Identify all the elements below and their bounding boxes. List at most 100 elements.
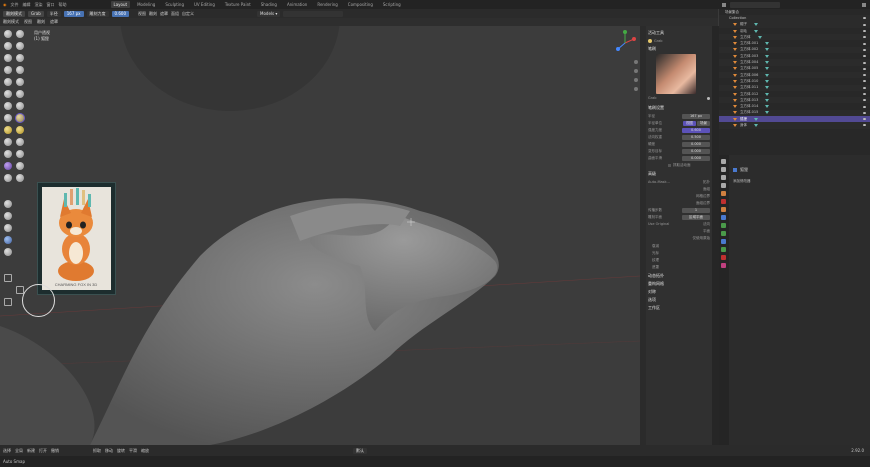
menu-edit[interactable]: 编辑 xyxy=(23,2,31,8)
header-menu-sculpt[interactable]: 雕刻 xyxy=(149,11,157,17)
eye-icon[interactable] xyxy=(863,30,866,33)
draw-sharp-tool-icon[interactable] xyxy=(16,30,24,38)
eye-icon[interactable] xyxy=(863,105,866,108)
clay-tool-icon[interactable] xyxy=(4,42,12,50)
menu-file[interactable]: 文件 xyxy=(11,2,19,8)
grab-active-checkbox[interactable] xyxy=(668,163,671,167)
mask-section[interactable]: 遮罩 xyxy=(652,265,659,270)
world-tab-icon[interactable] xyxy=(721,199,726,204)
sculpt-menu-2[interactable]: 雕刻 xyxy=(37,19,45,25)
tab-sculpting[interactable]: Sculpting xyxy=(162,1,187,8)
menu-render[interactable]: 渲染 xyxy=(35,2,43,8)
strength-field-panel[interactable]: 0.600 xyxy=(682,127,710,133)
eye-icon[interactable] xyxy=(863,93,866,95)
falloff-section[interactable]: 衰减 xyxy=(652,244,659,249)
tab-animation[interactable]: Animation xyxy=(284,1,310,8)
pan-hand-icon[interactable] xyxy=(634,69,638,73)
sculpt-plane-dropdown[interactable]: 区域平面 xyxy=(682,214,710,220)
eye-icon[interactable] xyxy=(863,17,866,20)
pose-tool-icon[interactable] xyxy=(16,138,24,146)
tab-uv-editing[interactable]: UV Editing xyxy=(191,1,218,8)
thumb-tool-icon[interactable] xyxy=(4,138,12,146)
automask-faceset-boundary[interactable]: 面组边界 xyxy=(696,201,710,206)
brush-preview[interactable] xyxy=(656,54,696,94)
advanced-header[interactable]: 高级 xyxy=(648,171,710,177)
view-layer-tab-icon[interactable] xyxy=(721,183,726,188)
unit-scene-button[interactable]: 场景 xyxy=(697,120,710,126)
outliner-search[interactable] xyxy=(730,1,780,8)
output-tab-icon[interactable] xyxy=(721,175,726,180)
render-tab-icon[interactable] xyxy=(721,167,726,172)
grid-icon[interactable] xyxy=(634,87,638,91)
dyntopo-section[interactable]: 动态拓扑 xyxy=(648,273,710,279)
tab-compositing[interactable]: Compositing xyxy=(345,1,376,8)
grab-active-tool-icon[interactable] xyxy=(16,114,24,122)
mode-selector[interactable]: 雕刻模式 xyxy=(3,10,25,17)
hardness-field[interactable]: 0.000 xyxy=(682,141,710,147)
box-mask-tool-icon[interactable] xyxy=(4,212,12,220)
tab-modeling[interactable]: Modeling xyxy=(134,1,158,8)
camera-icon[interactable] xyxy=(634,78,638,82)
surface-smooth-field[interactable]: 0.000 xyxy=(682,155,710,161)
status-new[interactable]: 新建 xyxy=(27,448,35,454)
draw-tool-icon[interactable] xyxy=(4,30,12,38)
options-section[interactable]: 选项 xyxy=(648,297,710,303)
layer-tool-icon[interactable] xyxy=(4,54,12,62)
eye-icon[interactable] xyxy=(863,42,866,45)
sidebar-category-tabs[interactable] xyxy=(712,26,719,445)
material-tab-icon[interactable] xyxy=(721,255,726,260)
eye-icon[interactable] xyxy=(863,118,866,121)
eye-icon[interactable] xyxy=(863,74,866,77)
eye-icon[interactable] xyxy=(863,36,866,39)
scene-tab-icon[interactable] xyxy=(721,191,726,196)
cursor-section[interactable]: 光标 xyxy=(652,251,659,256)
tool-tab-icon[interactable] xyxy=(721,159,726,164)
tab-rendering[interactable]: Rendering xyxy=(314,1,340,8)
eye-icon[interactable] xyxy=(863,80,866,83)
filter-icon[interactable] xyxy=(862,2,866,7)
radius-field[interactable]: 167 px xyxy=(63,10,84,17)
eye-icon[interactable] xyxy=(863,55,866,58)
eye-icon[interactable] xyxy=(863,86,866,89)
crease-tool-icon[interactable] xyxy=(16,66,24,74)
header-menu-mask[interactable]: 遮罩 xyxy=(160,11,168,17)
simplify-tool-icon[interactable] xyxy=(16,174,24,182)
status-move[interactable]: 移动 xyxy=(105,448,113,454)
boundary-tool-icon[interactable] xyxy=(16,162,24,170)
eye-icon[interactable] xyxy=(863,48,866,51)
status-grab[interactable]: 抓取 xyxy=(93,448,101,454)
texture-section[interactable]: 纹理 xyxy=(652,258,659,263)
blender-logo-icon[interactable]: ◉ xyxy=(3,2,7,7)
view-menu[interactable]: 视图 xyxy=(24,19,32,25)
status-layer[interactable]: 默认 xyxy=(353,447,367,454)
header-menu-custom[interactable]: 自定义 xyxy=(182,11,194,17)
workspace-section[interactable]: 工作区 xyxy=(648,305,710,311)
blob-tool-icon[interactable] xyxy=(4,66,12,74)
object-tab-icon[interactable] xyxy=(721,207,726,212)
fake-user-icon[interactable] xyxy=(707,96,710,100)
radius-field-panel[interactable]: 167 px xyxy=(682,113,710,119)
unit-view-button[interactable]: 视图 xyxy=(683,120,696,126)
smooth-tool-icon[interactable] xyxy=(4,78,12,86)
status-global[interactable]: 全局 xyxy=(15,448,23,454)
eye-icon[interactable] xyxy=(863,23,866,26)
move-tool-icon[interactable] xyxy=(4,274,12,282)
texture-tab-icon[interactable] xyxy=(721,263,726,268)
snake-hook-tool-icon[interactable] xyxy=(16,126,24,134)
physics-tab-icon[interactable] xyxy=(721,231,726,236)
data-tab-icon[interactable] xyxy=(721,247,726,252)
multiplane-tool-icon[interactable] xyxy=(4,102,12,110)
propagate-field[interactable]: 1 xyxy=(682,207,710,213)
header-menu-view[interactable]: 视图 xyxy=(138,11,146,17)
active-tool-header[interactable]: 活动工具 xyxy=(648,30,710,36)
zoom-icon[interactable] xyxy=(634,60,638,64)
outliner-item[interactable]: 身体 xyxy=(719,122,870,129)
eye-icon[interactable] xyxy=(863,67,866,70)
eye-icon[interactable] xyxy=(863,111,866,114)
face-set-tool-icon[interactable] xyxy=(4,236,12,244)
automask-topology[interactable]: 拓扑 xyxy=(703,180,710,185)
box-hide-tool-icon[interactable] xyxy=(4,224,12,232)
scrape-tool-icon[interactable] xyxy=(16,90,24,98)
normal-weight-field[interactable]: 0.500 xyxy=(682,134,710,140)
strength-field[interactable]: 0.600 xyxy=(111,10,129,17)
